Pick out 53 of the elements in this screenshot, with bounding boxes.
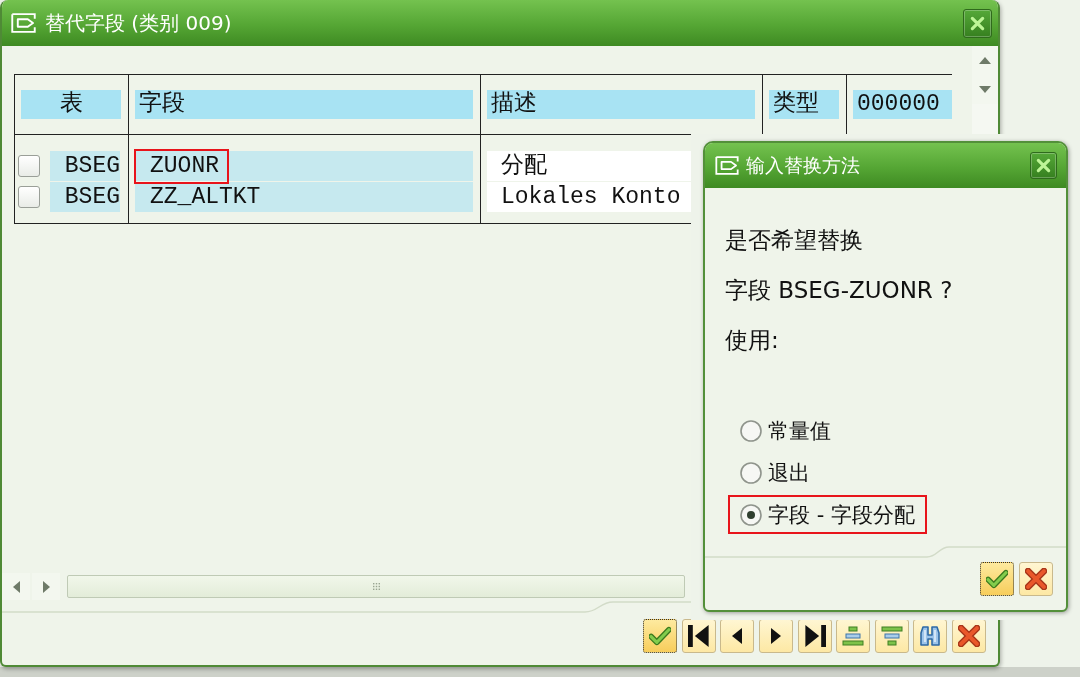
first-page-button[interactable] (681, 619, 716, 653)
cancel-button[interactable] (952, 619, 986, 653)
column-header: 类型 (769, 90, 839, 119)
dialog-message: 字段 BSEG-ZUONR ? (725, 276, 953, 305)
caret-right-icon (42, 580, 50, 593)
last-page-button[interactable] (797, 619, 832, 653)
close-button[interactable] (963, 8, 992, 38)
column-header: 表 (21, 90, 121, 119)
window-title: 替代字段 (类别 009) (45, 9, 232, 37)
next-page-button[interactable] (759, 619, 794, 653)
grip-icon (372, 583, 380, 590)
previous-page-button[interactable] (720, 619, 755, 653)
close-button[interactable] (1030, 152, 1057, 179)
triangle-right-icon (771, 628, 782, 644)
dialog-icon (715, 156, 739, 175)
close-icon (1036, 158, 1051, 173)
skip-right-icon (803, 625, 826, 647)
table-cell: BSEG (50, 151, 120, 181)
triangle-left-icon (732, 628, 743, 644)
skip-left-icon (687, 625, 710, 647)
close-icon (970, 15, 985, 31)
scroll-left-button[interactable] (2, 573, 30, 600)
caret-down-icon (979, 86, 991, 93)
sort-descending-button[interactable] (874, 619, 909, 653)
scrollbar-thumb[interactable] (67, 575, 685, 598)
checkmark-icon (649, 625, 672, 647)
radio-option[interactable]: 退出 (728, 453, 822, 492)
checkbox[interactable] (18, 186, 40, 208)
caret-left-icon (12, 580, 20, 593)
checkmark-icon (986, 568, 1008, 590)
dialog-icon (11, 13, 36, 33)
column-header: 000000 (853, 90, 952, 119)
table-cell: BSEG (50, 182, 120, 212)
confirm-button[interactable] (980, 562, 1014, 596)
dialog-message: 使用: (725, 326, 779, 355)
checkbox[interactable] (18, 155, 40, 177)
caret-up-icon (979, 57, 991, 64)
dialog-message: 是否希望替换 (725, 226, 863, 255)
table-cell: ZUONR (134, 148, 229, 184)
cancel-button[interactable] (1019, 562, 1053, 596)
confirm-button[interactable] (643, 619, 678, 653)
bars-widening-icon (842, 625, 865, 647)
radio-option[interactable]: 常量值 (728, 411, 843, 450)
cross-icon (958, 625, 980, 647)
scroll-right-button[interactable] (32, 573, 60, 600)
binoculars-icon (919, 625, 942, 647)
column-header: 字段 (135, 90, 473, 119)
bars-narrowing-icon (880, 625, 903, 647)
find-button[interactable] (913, 619, 948, 653)
cross-icon (1025, 568, 1047, 590)
table-cell-text: ZZ_ALTKT (149, 182, 262, 212)
column-header: 描述 (487, 90, 755, 119)
radio-option[interactable]: 字段 - 字段分配 (728, 495, 927, 534)
